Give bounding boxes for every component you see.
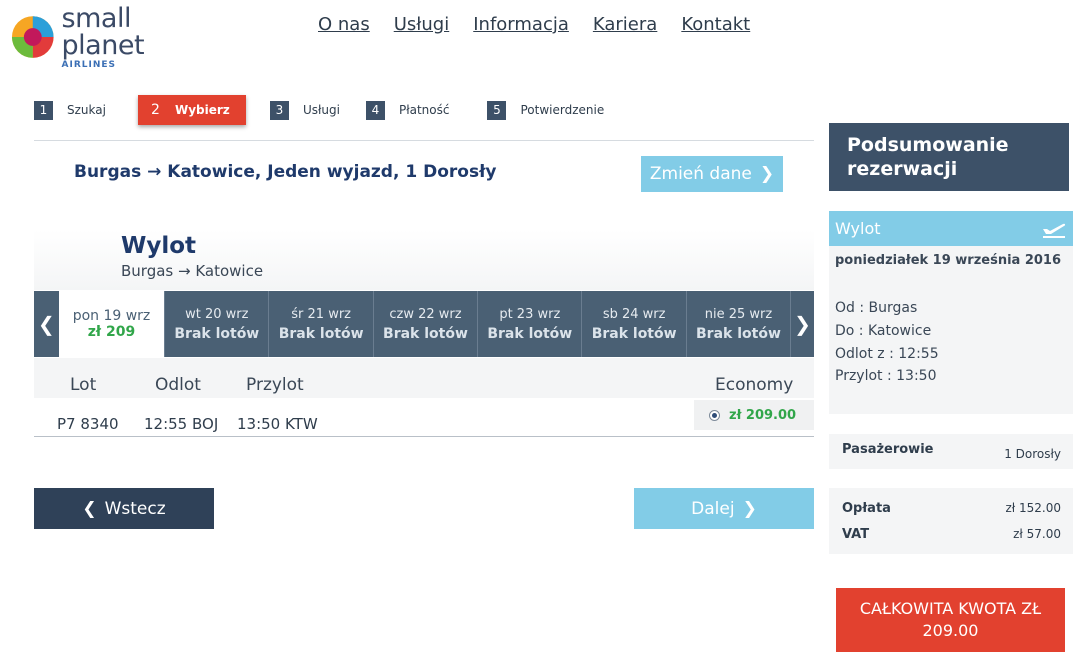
summary-title: Podsumowanie rezerwacji	[829, 123, 1069, 191]
booking-steps: 1 Szukaj 2 Wybierz 3 Usługi 4 Płatność 5…	[34, 95, 630, 125]
date-label: nie 25 wrz	[704, 306, 773, 322]
date-option[interactable]: pt 23 wrz Brak lotów	[477, 291, 582, 357]
step-number: 1	[34, 100, 53, 120]
date-price: Brak lotów	[696, 325, 781, 342]
date-option[interactable]: nie 25 wrz Brak lotów	[685, 291, 791, 357]
step-confirmation[interactable]: 5 Potwierdzenie	[487, 95, 630, 125]
fee-label: Opłata	[842, 501, 891, 516]
nav-services[interactable]: Usługi	[394, 14, 450, 35]
arrival-time: 13:50 KTW	[237, 415, 318, 433]
date-option[interactable]: śr 21 wrz Brak lotów	[268, 291, 373, 357]
chevron-left-icon[interactable]: ❮	[34, 291, 59, 357]
step-number: 5	[487, 100, 507, 120]
vat-label: VAT	[842, 527, 870, 542]
flight-route: Burgas → Katowice	[121, 262, 264, 280]
step-payment[interactable]: 4 Płatność	[365, 95, 488, 125]
nav-information[interactable]: Informacja	[473, 14, 569, 35]
date-label: pon 19 wrz	[72, 308, 151, 324]
summary-departure-label: Wylot	[835, 219, 881, 238]
globe-logo-icon	[11, 16, 54, 58]
chevron-right-icon: ❯	[742, 498, 757, 519]
date-price: Brak lotów	[383, 325, 468, 342]
brand-logo[interactable]: small planet AIRLINES	[10, 5, 220, 69]
step-label: Usługi	[302, 103, 340, 117]
column-arrival: Przylot	[246, 375, 304, 395]
date-option[interactable]: sb 24 wrz Brak lotów	[581, 291, 686, 357]
step-search[interactable]: 1 Szukaj	[34, 95, 132, 125]
departure-time: 12:55 BOJ	[144, 415, 219, 433]
economy-fare-option[interactable]: zł 209.00	[694, 400, 814, 430]
brand-subtitle: AIRLINES	[61, 59, 117, 70]
column-departure: Odlot	[155, 375, 201, 395]
column-flight: Lot	[70, 375, 97, 395]
date-price: zł 209	[87, 324, 136, 340]
step-label: Płatność	[398, 103, 450, 117]
summary-to: Do : Katowice	[835, 323, 932, 339]
summary-date: poniedziałek 19 września 2016	[835, 253, 1062, 268]
flight-number: P7 8340	[57, 415, 119, 433]
price-breakdown-box	[829, 488, 1073, 554]
step-number: 3	[269, 100, 289, 120]
nav-career[interactable]: Kariera	[593, 14, 657, 35]
next-label: Dalej	[691, 498, 735, 519]
chevron-left-icon: ❮	[82, 498, 97, 519]
flight-title: Wylot	[121, 233, 197, 259]
step-select[interactable]: 2 Wybierz	[137, 95, 246, 125]
step-services[interactable]: 3 Usługi	[269, 95, 366, 125]
change-details-label: Zmień dane	[649, 164, 752, 184]
search-summary: Burgas → Katowice, Jeden wyjazd, 1 Doros…	[74, 162, 497, 182]
date-price: Brak lotów	[487, 325, 573, 342]
step-number: 4	[365, 100, 385, 120]
main-nav: O nas Usługi Informacja Kariera Kontakt	[318, 14, 774, 35]
summary-from: Od : Burgas	[835, 300, 918, 316]
divider	[34, 140, 814, 141]
date-label: czw 22 wrz	[389, 306, 462, 322]
chevron-right-icon: ❯	[759, 164, 775, 184]
flight-table-header	[34, 358, 814, 398]
step-label: Potwierdzenie	[520, 103, 605, 117]
summary-departure: Odlot z : 12:55	[835, 346, 939, 362]
change-details-button[interactable]: Zmień dane ❯	[641, 156, 783, 192]
nav-about[interactable]: O nas	[318, 14, 370, 35]
date-price: Brak lotów	[278, 325, 364, 342]
date-label: śr 21 wrz	[291, 306, 352, 322]
summary-departure-header: Wylot	[829, 211, 1073, 246]
brand-name: small planet	[61, 2, 145, 61]
total-amount-button[interactable]: CAŁKOWITA KWOTA ZŁ 209.00	[836, 588, 1065, 652]
nav-contact[interactable]: Kontakt	[681, 14, 750, 35]
summary-arrival: Przylot : 13:50	[835, 368, 937, 384]
date-label: sb 24 wrz	[602, 306, 666, 322]
step-label: Wybierz	[174, 103, 230, 117]
date-price: Brak lotów	[591, 325, 677, 342]
date-option[interactable]: wt 20 wrz Brak lotów	[164, 291, 269, 357]
date-price: Brak lotów	[174, 325, 260, 342]
date-option[interactable]: czw 22 wrz Brak lotów	[372, 291, 478, 357]
vat-value: zł 57.00	[1013, 527, 1061, 541]
plane-takeoff-icon	[1043, 223, 1066, 238]
column-economy: Economy	[715, 375, 794, 395]
passengers-value: 1 Dorosły	[1004, 447, 1061, 461]
back-button[interactable]: ❮ Wstecz	[34, 488, 214, 529]
date-label: wt 20 wrz	[185, 306, 249, 322]
radio-selected-icon[interactable]	[709, 409, 720, 421]
passengers-label: Pasażerowie	[842, 442, 934, 457]
date-label: pt 23 wrz	[499, 306, 561, 322]
date-option[interactable]: pon 19 wrz zł 209	[58, 291, 165, 357]
step-label: Szukaj	[67, 103, 106, 117]
fee-value: zł 152.00	[1005, 501, 1061, 515]
step-number: 2	[150, 102, 160, 118]
fare-price: zł 209.00	[729, 407, 797, 423]
next-button[interactable]: Dalej ❯	[634, 488, 814, 529]
back-label: Wstecz	[104, 498, 166, 519]
chevron-right-icon[interactable]: ❯	[790, 291, 814, 357]
date-selector: ❮ pon 19 wrz zł 209 wt 20 wrz Brak lotów…	[34, 291, 814, 357]
